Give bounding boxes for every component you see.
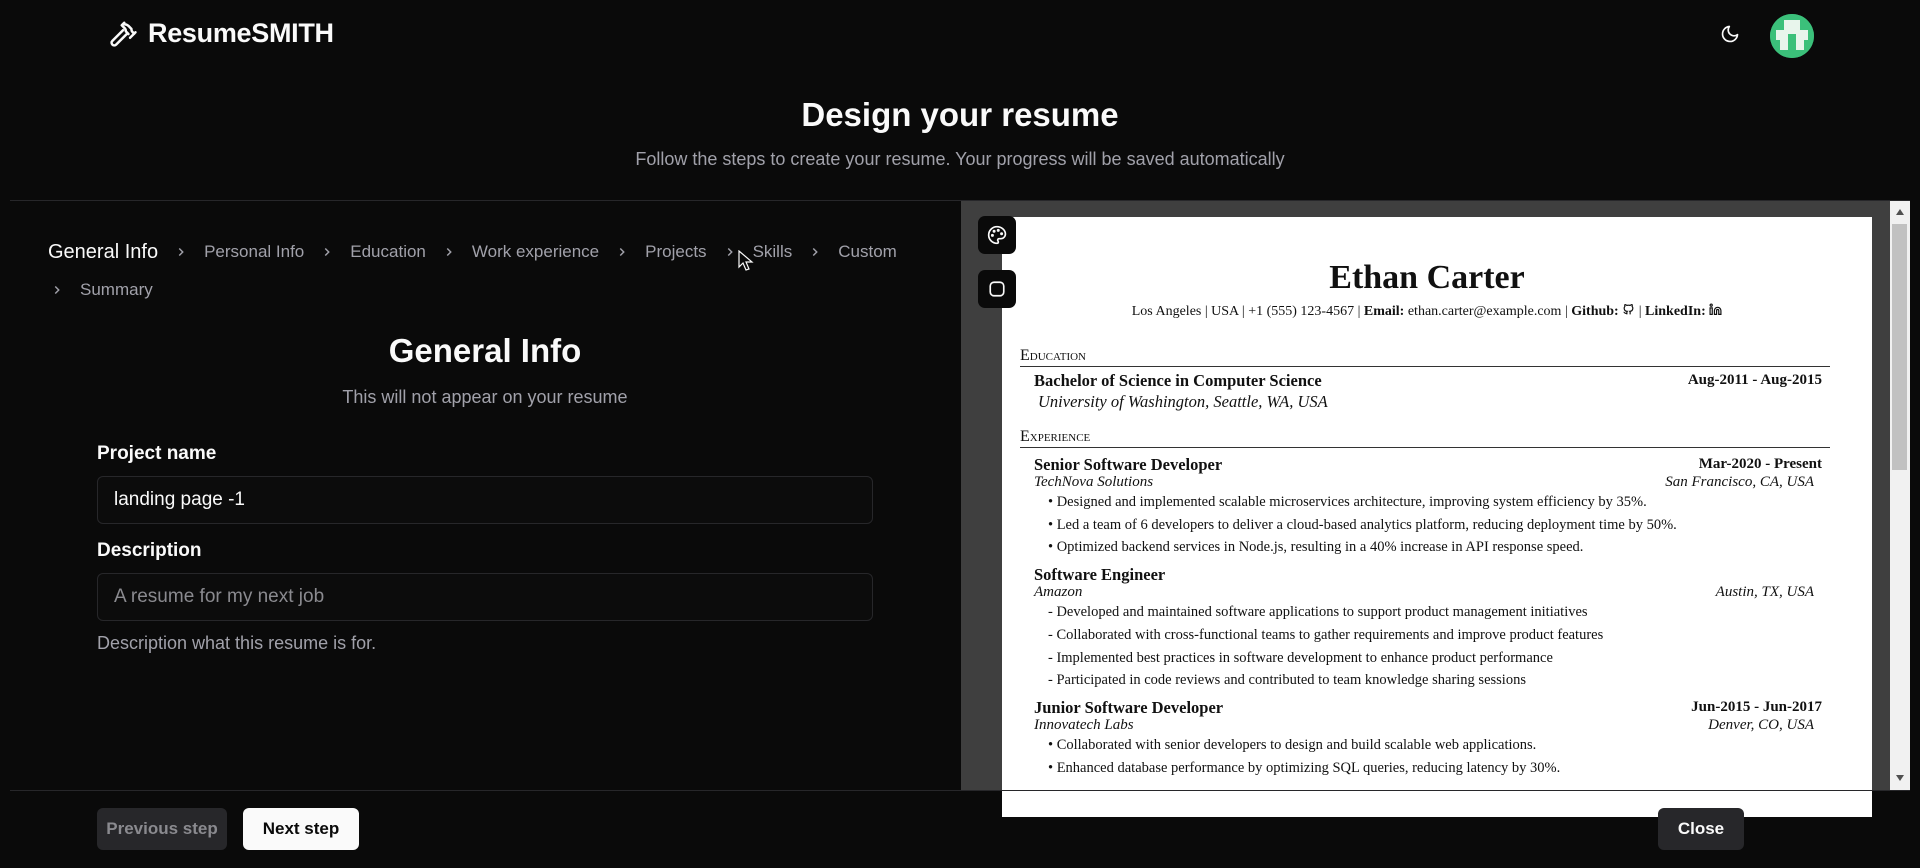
preview-scrollbar-thumb[interactable] xyxy=(1892,224,1907,470)
brand-name: ResumeSMITH xyxy=(148,18,334,48)
github-icon[interactable] xyxy=(1622,303,1635,316)
step-education[interactable]: Education xyxy=(350,242,426,262)
brand-logo[interactable]: ResumeSMITH xyxy=(108,18,334,49)
step-personal-info[interactable]: Personal Info xyxy=(204,242,304,262)
chevron-right-icon xyxy=(320,245,334,259)
step-summary[interactable]: Summary xyxy=(80,280,153,300)
linkedin-label: LinkedIn: xyxy=(1645,304,1706,319)
previous-step-button[interactable]: Previous step xyxy=(97,808,227,850)
job-title: Senior Software Developer xyxy=(1034,455,1223,474)
step-skills[interactable]: Skills xyxy=(753,242,793,262)
palette-icon xyxy=(987,225,1007,245)
linkedin-icon[interactable] xyxy=(1709,303,1722,316)
contact-location-phone: Los Angeles | USA | +1 (555) 123-4567 | xyxy=(1131,304,1364,319)
theme-palette-button[interactable] xyxy=(978,216,1016,254)
job-location: San Francisco, CA, USA xyxy=(1665,474,1814,490)
description-helper-text: Description what this resume is for. xyxy=(97,633,377,653)
job-bullet: • Enhanced database performance by optim… xyxy=(1048,760,1561,776)
experience-heading: Experience xyxy=(1020,428,1830,448)
chevron-right-icon xyxy=(615,245,629,259)
scroll-down-arrow-icon[interactable] xyxy=(1893,771,1907,785)
step-work-experience[interactable]: Work experience xyxy=(472,242,599,262)
job-title: Junior Software Developer xyxy=(1034,698,1224,717)
section-title: General Info xyxy=(388,332,582,369)
job-company: TechNova Solutions xyxy=(1034,474,1154,490)
resume-page: Ethan Carter Los Angeles | USA | +1 (555… xyxy=(1002,217,1872,817)
page-title: Design your resume xyxy=(801,96,1119,133)
scroll-up-arrow-icon[interactable] xyxy=(1893,205,1907,219)
top-bar: ResumeSMITH xyxy=(0,0,1920,70)
identicon-icon xyxy=(1770,14,1814,58)
education-degree: Bachelor of Science in Computer Science xyxy=(1034,371,1322,390)
avatar[interactable] xyxy=(1770,14,1814,58)
job-location: Austin, TX, USA xyxy=(1715,584,1814,600)
project-name-label: Project name xyxy=(97,443,217,464)
education-heading: Education xyxy=(1020,347,1830,367)
job-bullet: • Collaborated with senior developers to… xyxy=(1048,737,1537,753)
mouse-cursor-icon xyxy=(738,250,754,271)
description-label: Description xyxy=(97,540,202,561)
step-general-info[interactable]: General Info xyxy=(48,241,158,264)
section-subtitle: This will not appear on your resume xyxy=(342,387,628,407)
job-company: Innovatech Labs xyxy=(1034,717,1134,733)
job-location: Denver, CO, USA xyxy=(1708,717,1814,733)
resume-contact: Los Angeles | USA | +1 (555) 123-4567 | … xyxy=(1002,303,1852,320)
education-school: University of Washington, Seattle, WA, U… xyxy=(1038,392,1328,411)
job-bullet: • Designed and implemented scalable micr… xyxy=(1048,494,1647,510)
chevron-right-icon xyxy=(50,283,64,297)
chevron-right-icon xyxy=(442,245,456,259)
page-subtitle: Follow the steps to create your resume. … xyxy=(635,149,1285,169)
email-value: ethan.carter@example.com xyxy=(1404,304,1562,319)
job-bullet: - Implemented best practices in software… xyxy=(1048,650,1553,666)
separator: | xyxy=(1561,304,1572,319)
job-bullet: - Collaborated with cross-functional tea… xyxy=(1048,627,1604,643)
square-icon xyxy=(989,281,1005,297)
job-title: Software Engineer xyxy=(1034,565,1166,584)
job-dates: Mar-2020 - Present xyxy=(1698,456,1822,472)
divider xyxy=(10,790,1910,791)
chevron-right-icon xyxy=(723,245,737,259)
job-bullet: - Participated in code reviews and contr… xyxy=(1048,672,1526,688)
job-bullet: • Optimized backend services in Node.js,… xyxy=(1048,539,1584,555)
github-label: Github: xyxy=(1571,304,1619,319)
job-bullet: - Developed and maintained software appl… xyxy=(1048,604,1588,620)
email-label: Email: xyxy=(1363,304,1405,319)
theme-toggle-button[interactable] xyxy=(1716,20,1744,48)
step-custom[interactable]: Custom xyxy=(838,242,897,262)
layout-toggle-button[interactable] xyxy=(978,270,1016,308)
step-breadcrumb: General Info Personal Info Education Wor… xyxy=(48,238,918,304)
close-button[interactable]: Close xyxy=(1658,808,1744,850)
description-input[interactable]: A resume for my next job xyxy=(97,573,873,621)
chevron-right-icon xyxy=(808,245,822,259)
project-name-input[interactable]: landing page -1 xyxy=(97,476,873,524)
hammer-icon xyxy=(110,21,137,47)
chevron-right-icon xyxy=(174,245,188,259)
next-step-button[interactable]: Next step xyxy=(243,808,359,850)
moon-icon xyxy=(1721,25,1739,43)
job-company: Amazon xyxy=(1034,584,1083,600)
job-dates: Jun-2015 - Jun-2017 xyxy=(1691,699,1822,715)
step-projects[interactable]: Projects xyxy=(645,242,706,262)
education-dates: Aug-2011 - Aug-2015 xyxy=(1687,372,1822,388)
resume-name: Ethan Carter xyxy=(1329,259,1525,296)
job-bullet: • Led a team of 6 developers to deliver … xyxy=(1048,517,1677,533)
